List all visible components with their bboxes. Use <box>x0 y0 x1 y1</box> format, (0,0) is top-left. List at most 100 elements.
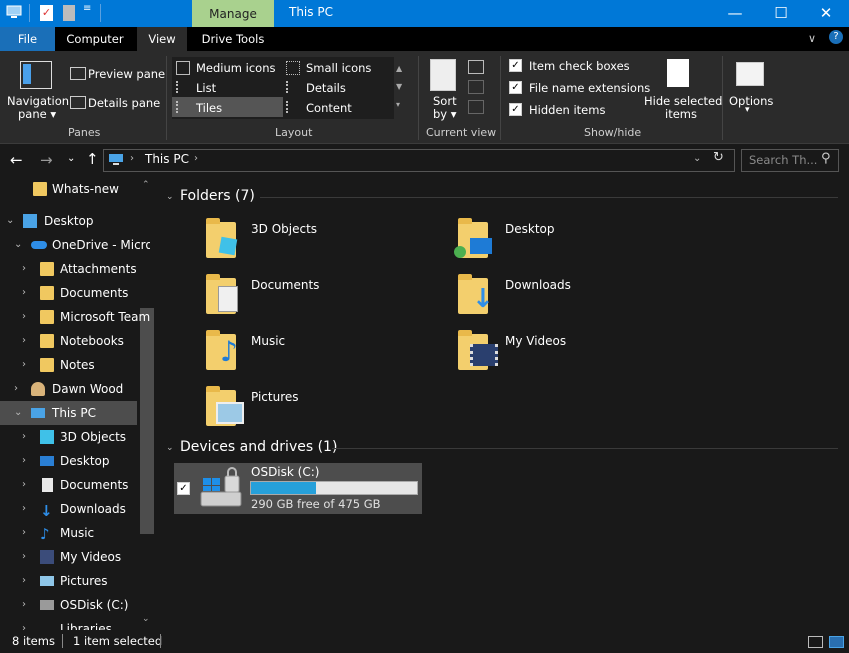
close-button[interactable]: ✕ <box>803 0 849 27</box>
collapse-ribbon-icon[interactable]: ∨ <box>808 32 816 45</box>
folder-pictures-icon[interactable] <box>206 384 244 426</box>
navigation-pane-button[interactable]: Navigation <box>7 94 69 108</box>
nav-item-pictures[interactable]: › Pictures <box>0 569 150 593</box>
folder-pictures-label[interactable]: Pictures <box>251 390 299 404</box>
nav-item-osdisk[interactable]: › OSDisk (C:) <box>0 593 150 617</box>
nav-item-dawn-wood[interactable]: › Dawn Wood <box>0 377 150 401</box>
chevron-right-icon[interactable]: › <box>22 257 26 281</box>
options-dropdown-icon[interactable]: ▾ <box>745 105 750 115</box>
chevron-right-icon[interactable]: › <box>22 305 26 329</box>
nav-item-whats-new[interactable]: Whats-new <box>0 177 150 201</box>
nav-item-notebooks[interactable]: › Notebooks <box>0 329 150 353</box>
breadcrumb-this-pc[interactable]: This PC <box>145 152 189 166</box>
chevron-down-icon[interactable]: ⌄ <box>14 401 22 425</box>
group-by-icon[interactable] <box>468 60 484 74</box>
preview-pane-button[interactable]: Preview pane <box>88 67 165 81</box>
options-button[interactable]: Options <box>729 94 773 108</box>
hide-selected-items-button-2[interactable]: items <box>665 107 697 121</box>
chevron-right-icon[interactable]: › <box>22 569 26 593</box>
chevron-right-icon[interactable]: › <box>22 617 26 630</box>
nav-item-documents[interactable]: › Documents <box>0 473 150 497</box>
details-view-icon[interactable] <box>808 636 823 648</box>
address-dropdown-icon[interactable]: ⌄ <box>693 153 701 164</box>
layout-list[interactable]: List <box>196 81 216 95</box>
chevron-right-icon[interactable]: › <box>22 545 26 569</box>
large-icons-view-icon[interactable] <box>829 636 844 648</box>
qat-chevron-icon[interactable]: ≡ <box>83 3 91 14</box>
nav-item-my-videos[interactable]: › My Videos <box>0 545 150 569</box>
layout-tiles[interactable]: Tiles <box>196 101 222 115</box>
nav-item-music[interactable]: › ♪ Music <box>0 521 150 545</box>
chevron-right-icon[interactable]: › <box>22 521 26 545</box>
chevron-right-icon[interactable]: › <box>22 425 26 449</box>
recent-locations-chevron-icon[interactable]: ⌄ <box>67 153 75 164</box>
folder-music-label[interactable]: Music <box>251 334 285 348</box>
search-icon[interactable]: ⚲ <box>821 151 831 166</box>
chevron-right-icon[interactable]: › <box>22 473 26 497</box>
details-pane-button[interactable]: Details pane <box>88 96 160 110</box>
tab-file[interactable]: File <box>0 27 55 51</box>
navigation-pane-icon[interactable] <box>20 61 52 89</box>
chevron-right-icon[interactable]: › <box>22 329 26 353</box>
nav-item-documents-od[interactable]: › Documents <box>0 281 150 305</box>
maximize-button[interactable]: ☐ <box>758 0 804 27</box>
chevron-down-icon[interactable]: ⌄ <box>6 209 14 233</box>
tab-computer[interactable]: Computer <box>60 27 130 51</box>
folder-documents-label[interactable]: Documents <box>251 278 319 292</box>
chevron-down-icon[interactable]: ⌄ <box>14 233 22 257</box>
nav-item-desktop-root[interactable]: ⌄ Desktop <box>0 209 150 233</box>
sort-by-dropdown[interactable]: by ▾ <box>433 107 457 121</box>
chevron-right-icon[interactable]: › <box>22 449 26 473</box>
drive-checkbox[interactable]: ✓ <box>177 482 190 495</box>
nav-item-desktop[interactable]: › Desktop <box>0 449 150 473</box>
folder-my-videos-label[interactable]: My Videos <box>505 334 566 348</box>
folder-documents-icon[interactable] <box>206 272 240 314</box>
devices-group-header[interactable]: Devices and drives (1) <box>180 439 337 455</box>
chevron-right-icon[interactable]: › <box>22 593 26 617</box>
nav-item-onedrive[interactable]: ⌄ OneDrive - Micro <box>0 233 150 257</box>
sort-by-button[interactable]: Sort <box>433 94 457 108</box>
hide-selected-items-button[interactable]: Hide selected <box>644 94 722 108</box>
properties-icon[interactable]: ✓ <box>40 5 53 21</box>
nav-item-downloads[interactable]: › ↓ Downloads <box>0 497 150 521</box>
collapse-group-icon[interactable]: ⌄ <box>166 192 174 202</box>
folder-my-videos-icon[interactable] <box>458 328 498 370</box>
breadcrumb-separator-icon[interactable]: › <box>130 153 134 164</box>
chevron-right-icon[interactable]: › <box>14 377 18 401</box>
nav-item-this-pc[interactable]: ⌄ This PC <box>0 401 137 425</box>
collapse-group-icon[interactable]: ⌄ <box>166 443 174 453</box>
nav-item-libraries[interactable]: › Libraries <box>0 617 150 630</box>
folder-downloads-label[interactable]: Downloads <box>505 278 571 292</box>
hidden-items-checkbox[interactable]: ✓ <box>509 103 522 116</box>
layout-scroll-icon[interactable]: ▲ ▼ ▾ <box>396 60 402 114</box>
tab-drive-tools[interactable]: Drive Tools <box>196 27 270 51</box>
nav-item-3d-objects[interactable]: › 3D Objects <box>0 425 150 449</box>
nav-item-attachments[interactable]: › Attachments <box>0 257 150 281</box>
folder-desktop-label[interactable]: Desktop <box>505 222 555 236</box>
file-name-extensions-checkbox[interactable]: ✓ <box>509 81 522 94</box>
folder-music-icon[interactable]: ♪ <box>206 328 240 370</box>
minimize-button[interactable]: — <box>712 0 758 27</box>
chevron-right-icon[interactable]: › <box>22 353 26 377</box>
layout-small-icons[interactable]: Small icons <box>306 61 371 75</box>
breadcrumb-chevron-icon[interactable]: › <box>194 153 198 164</box>
refresh-icon[interactable]: ↻ <box>713 150 724 165</box>
layout-medium-icons[interactable]: Medium icons <box>196 61 275 75</box>
layout-content[interactable]: Content <box>306 101 352 115</box>
item-check-boxes-checkbox[interactable]: ✓ <box>509 59 522 72</box>
help-icon[interactable]: ? <box>829 30 843 44</box>
nav-item-notes[interactable]: › Notes <box>0 353 150 377</box>
chevron-right-icon[interactable]: › <box>22 281 26 305</box>
up-arrow-icon[interactable]: ↑ <box>86 150 99 168</box>
nav-item-microsoft-teams[interactable]: › Microsoft Team <box>0 305 150 329</box>
back-arrow-icon[interactable]: ← <box>10 151 23 169</box>
folders-group-header[interactable]: Folders (7) <box>180 188 255 204</box>
new-folder-icon[interactable] <box>63 5 75 21</box>
navigation-pane-dropdown[interactable]: pane ▾ <box>18 107 56 121</box>
tab-view[interactable]: View <box>137 27 187 51</box>
folder-3d-objects-label[interactable]: 3D Objects <box>251 222 317 236</box>
chevron-right-icon[interactable]: › <box>22 497 26 521</box>
folder-downloads-icon[interactable]: ↓ <box>458 272 494 314</box>
forward-arrow-icon[interactable]: → <box>40 151 53 169</box>
folder-3d-objects-icon[interactable] <box>206 216 240 258</box>
